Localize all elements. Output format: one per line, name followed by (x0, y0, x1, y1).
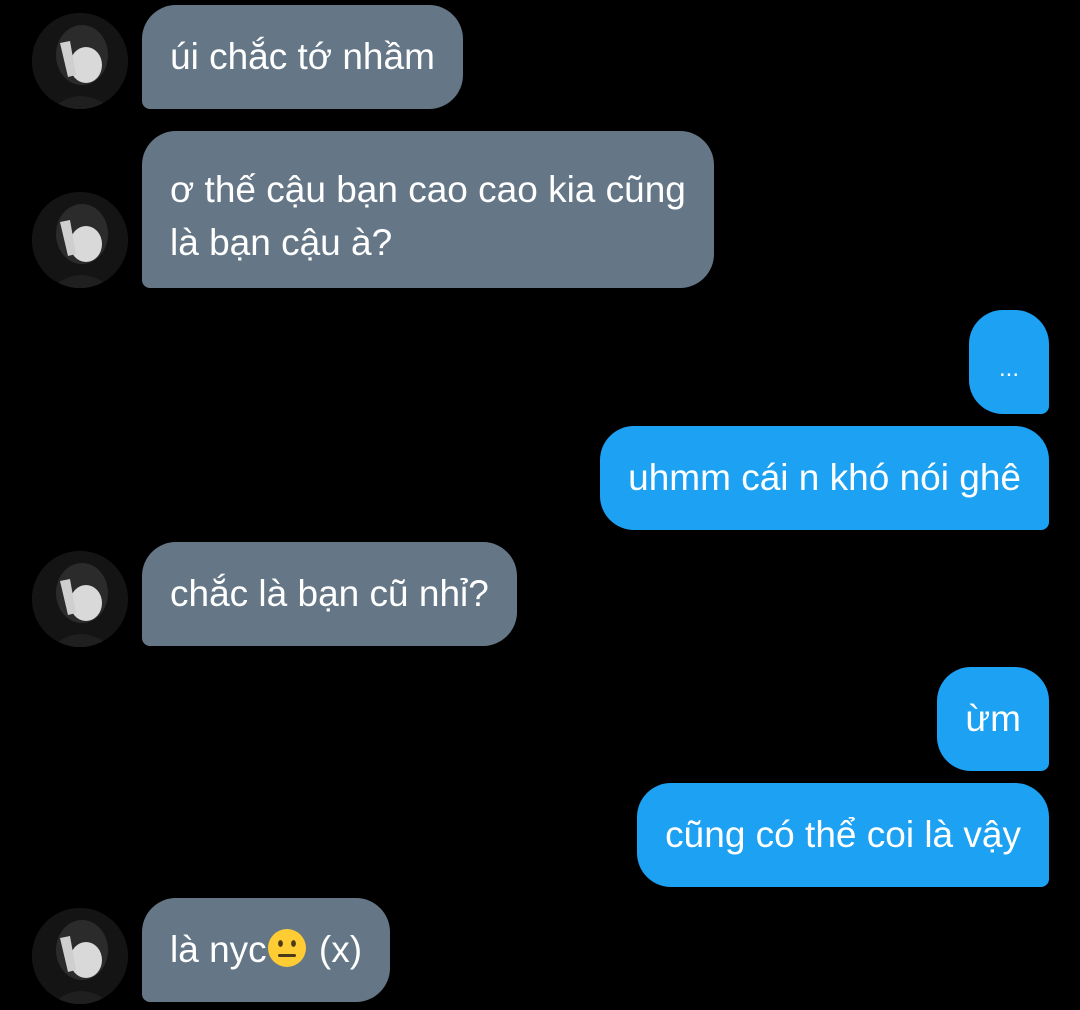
message-text: ... (998, 355, 1019, 382)
message-text-line: là bạn cậu à? (170, 222, 393, 263)
message-text: uhmm cái n khó nói ghê (628, 457, 1021, 498)
message-text: chắc là bạn cũ nhỉ? (170, 573, 489, 614)
incoming-message-bubble[interactable]: chắc là bạn cũ nhỉ? (142, 542, 517, 646)
message-text: ừm (965, 698, 1021, 739)
outgoing-message-bubble[interactable]: cũng có thể coi là vậy (637, 783, 1049, 887)
message-text: úi chắc tớ nhầm (170, 36, 435, 77)
avatar[interactable] (32, 13, 128, 109)
outgoing-message-bubble[interactable]: ... (968, 310, 1049, 414)
chat-thread: úi chắc tớ nhầm ơ thế cậu bạn cao cao ki… (0, 0, 1080, 1010)
avatar[interactable] (32, 192, 128, 288)
avatar-photo-icon (32, 192, 128, 288)
message-text: là nyc (170, 929, 267, 970)
message-text: cũng có thể coi là vậy (665, 814, 1021, 855)
message-text: (x) (308, 929, 363, 970)
outgoing-message-bubble[interactable]: ừm (937, 667, 1049, 771)
outgoing-message-bubble[interactable]: uhmm cái n khó nói ghê (600, 426, 1049, 530)
avatar-photo-icon (32, 908, 128, 1004)
avatar[interactable] (32, 908, 128, 1004)
avatar-photo-icon (32, 13, 128, 109)
message-text-line: ơ thế cậu bạn cao cao kia cũng (170, 169, 686, 210)
incoming-message-bubble[interactable]: là nyc (x) (142, 898, 391, 1002)
neutral-face-emoji-icon (267, 928, 307, 968)
avatar[interactable] (32, 551, 128, 647)
incoming-message-bubble[interactable]: ơ thế cậu bạn cao cao kia cũng là bạn cậ… (142, 131, 714, 288)
avatar-photo-icon (32, 551, 128, 647)
incoming-message-bubble[interactable]: úi chắc tớ nhầm (142, 5, 463, 109)
